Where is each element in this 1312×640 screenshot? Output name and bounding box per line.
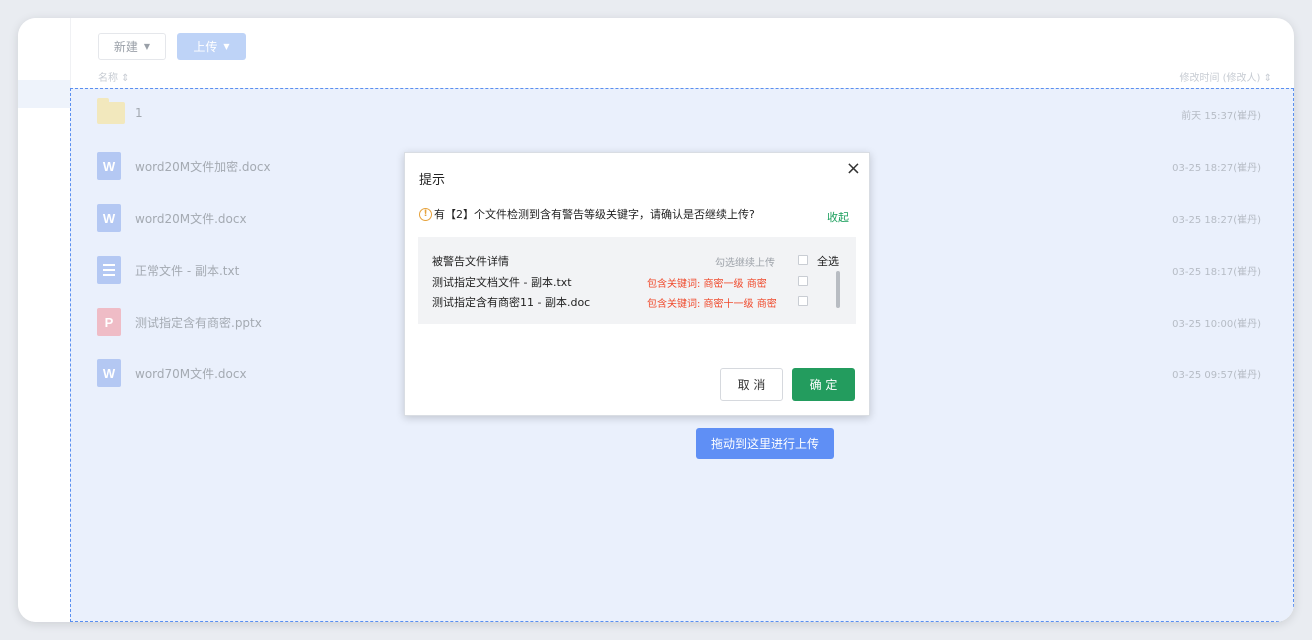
word-file-icon: W	[97, 152, 121, 180]
sidebar	[18, 18, 71, 622]
file-name[interactable]: word20M文件.docx	[135, 210, 247, 227]
file-modified-time: 03-25 09:57(崔丹)	[1172, 370, 1261, 381]
file-modified-time: 03-25 18:27(崔丹)	[1172, 215, 1261, 226]
file-name[interactable]: 正常文件 - 副本.txt	[135, 262, 239, 279]
caret-down-icon: ▼	[223, 42, 230, 51]
cancel-button[interactable]: 取 消	[720, 368, 783, 401]
column-header-name[interactable]: 名称 ⇕	[98, 69, 130, 84]
select-all-checkbox[interactable]	[798, 255, 808, 265]
drop-upload-button[interactable]: 拖动到这里进行上传	[696, 428, 834, 459]
select-all-label: 全选	[817, 255, 839, 268]
file-row[interactable]: 1 前天 15:37(崔丹)	[71, 94, 1294, 134]
file-name[interactable]: word20M文件加密.docx	[135, 158, 271, 175]
word-file-icon: W	[97, 359, 121, 387]
file-modified-time: 03-25 10:00(崔丹)	[1172, 319, 1261, 330]
warning-dialog: 提示 × ! 有【2】个文件检测到含有警告等级关键字，请确认是否继续上传? 收起…	[404, 152, 870, 416]
warned-files-panel: 被警告文件详情 勾选继续上传 全选 测试指定文档文件 - 副本.txt 包含关键…	[418, 237, 856, 324]
powerpoint-file-icon: P	[97, 308, 121, 336]
new-button-label: 新建	[113, 40, 138, 54]
warned-file-name: 测试指定含有商密11 - 副本.doc	[432, 296, 591, 309]
check-hint: 勾选继续上传	[715, 258, 775, 269]
file-modified-time: 03-25 18:17(崔丹)	[1172, 267, 1261, 278]
sidebar-active-item[interactable]	[18, 80, 70, 108]
collapse-link[interactable]: 收起	[827, 209, 849, 225]
warned-file-keywords: 包含关键词: 商密一级 商密	[647, 279, 767, 290]
word-file-icon: W	[97, 204, 121, 232]
warned-file-keywords: 包含关键词: 商密十一级 商密	[647, 299, 777, 310]
folder-icon	[97, 98, 125, 124]
warned-file-checkbox[interactable]	[798, 276, 808, 286]
confirm-button[interactable]: 确 定	[792, 368, 855, 401]
caret-down-icon: ▼	[143, 42, 151, 51]
file-name[interactable]: word70M文件.docx	[135, 365, 247, 382]
warned-file-name: 测试指定文档文件 - 副本.txt	[432, 276, 572, 289]
warned-file-checkbox[interactable]	[798, 296, 808, 306]
column-header-modified[interactable]: 修改时间 (修改人) ⇕	[1179, 69, 1272, 84]
detail-title: 被警告文件详情	[432, 255, 509, 268]
panel-scrollbar[interactable]	[836, 271, 840, 308]
file-name[interactable]: 1	[135, 106, 143, 120]
text-file-icon	[97, 256, 121, 284]
file-modified-time: 03-25 18:27(崔丹)	[1172, 163, 1261, 174]
warning-message-text: 有【2】个文件检测到含有警告等级关键字，请确认是否继续上传?	[434, 208, 755, 221]
file-modified-time: 前天 15:37(崔丹)	[1181, 111, 1261, 122]
warning-message: ! 有【2】个文件检测到含有警告等级关键字，请确认是否继续上传?	[419, 206, 755, 222]
dialog-title: 提示	[419, 173, 446, 188]
file-name[interactable]: 测试指定含有商密.pptx	[135, 314, 262, 331]
upload-button[interactable]: 上传 ▼	[177, 33, 246, 60]
warning-icon: !	[419, 207, 432, 221]
new-button[interactable]: 新建 ▼	[98, 33, 166, 60]
upload-button-label: 上传	[193, 40, 218, 54]
close-icon[interactable]: ×	[846, 158, 861, 179]
